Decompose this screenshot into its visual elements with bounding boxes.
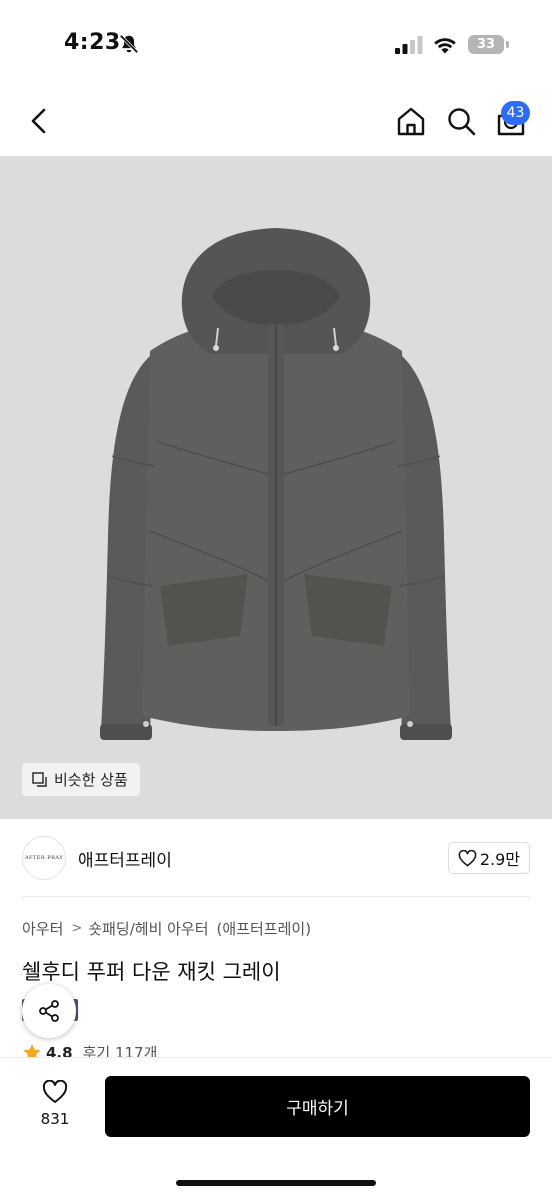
back-chevron-icon[interactable]	[24, 104, 56, 138]
breadcrumb-category1[interactable]: 아우터	[22, 918, 63, 939]
similar-products-label: 비슷한 상품	[54, 771, 128, 789]
signal-icon	[395, 36, 423, 54]
similar-products-button[interactable]: 비슷한 상품	[22, 763, 140, 796]
breadcrumb-category2[interactable]: 숏패딩/헤비 아우터	[88, 918, 208, 939]
breadcrumb: 아우터 > 숏패딩/헤비 아우터 (애프터프레이)	[22, 918, 311, 939]
similar-items-icon	[32, 771, 47, 787]
bottom-bar: 831 구매하기	[0, 1058, 552, 1200]
wishlist-button[interactable]: 831	[30, 1080, 80, 1128]
cart-badge: 43	[501, 101, 530, 125]
home-indicator	[176, 1180, 376, 1186]
brand-like-button[interactable]: 2.9만	[447, 842, 530, 874]
brand-name[interactable]: 애프터프레이	[78, 846, 172, 871]
wifi-icon	[434, 38, 456, 54]
brand-row: AFTER PRAY 애프터프레이 2.9만	[22, 836, 530, 880]
brand-like-count: 2.9만	[479, 850, 520, 869]
bell-off-icon	[119, 34, 139, 54]
search-icon[interactable]	[444, 104, 478, 138]
nav-bar	[0, 88, 552, 156]
home-icon[interactable]	[394, 104, 428, 138]
battery-tip	[506, 41, 509, 48]
buy-button[interactable]: 구매하기	[105, 1076, 530, 1137]
divider	[22, 896, 530, 897]
status-time: 4:23	[64, 30, 121, 55]
product-title: 쉘후디 푸퍼 다운 재킷 그레이	[22, 960, 281, 984]
heart-outline-icon	[42, 1080, 68, 1103]
share-button[interactable]	[22, 984, 76, 1038]
heart-outline-icon	[458, 849, 477, 866]
breadcrumb-brand[interactable]: (애프터프레이)	[217, 918, 312, 939]
share-icon	[39, 1000, 59, 1022]
status-bar: 4:23 33	[0, 0, 552, 88]
wishlist-count: 831	[40, 1110, 70, 1128]
battery-icon: 33	[468, 35, 504, 54]
brand-logo[interactable]: AFTER PRAY	[22, 836, 66, 880]
breadcrumb-separator: >	[71, 921, 83, 936]
puffer-jacket-illustration	[100, 228, 452, 740]
brand-logo-text: AFTER PRAY	[24, 855, 64, 861]
product-image[interactable]: 비슷한 상품	[0, 156, 552, 819]
